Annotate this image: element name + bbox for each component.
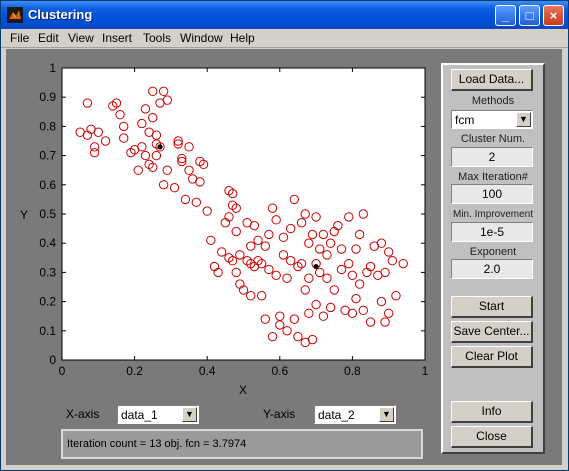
menu-edit[interactable]: Edit (38, 31, 59, 45)
y-tick-label: 0.9 (39, 90, 56, 104)
chevron-down-icon[interactable]: ▼ (516, 112, 531, 127)
start-button[interactable]: Start (451, 296, 533, 318)
chevron-down-icon[interactable]: ▼ (379, 407, 394, 422)
menu-view[interactable]: View (68, 31, 94, 45)
y-tick-label: 0.5 (39, 207, 56, 221)
x-axis-label: X (239, 383, 247, 397)
y-tick-label: 0.6 (39, 178, 56, 192)
menu-help[interactable]: Help (230, 31, 255, 45)
close-window-button[interactable]: × (543, 5, 564, 26)
title-bar[interactable]: Clustering _ □ × (1, 1, 568, 29)
window-title: Clustering (28, 7, 93, 22)
clear-plot-button[interactable]: Clear Plot (451, 346, 533, 368)
methods-select-value: fcm (455, 113, 475, 127)
y-tick-label: 1 (49, 61, 56, 75)
min-improvement-label: Min. Improvement (452, 209, 534, 220)
y-axis-select-label: Y-axis (263, 407, 296, 421)
info-button[interactable]: Info (451, 401, 533, 423)
min-improvement-field[interactable]: 1e-5 (451, 222, 533, 242)
y-tick-label: 0.7 (39, 149, 56, 163)
clustering-window: Clustering _ □ × File Edit View Insert T… (0, 0, 569, 471)
cluster-num-label: Cluster Num. (460, 133, 526, 145)
status-box: Iteration count = 13 obj. fcn = 3.7974 (61, 429, 423, 459)
y-axis-select[interactable]: data_2 ▼ (314, 405, 396, 424)
y-axis-select-value: data_2 (318, 408, 355, 422)
menu-insert[interactable]: Insert (102, 31, 132, 45)
max-iteration-label: Max Iteration# (458, 171, 528, 183)
x-tick-label: 0.2 (126, 364, 143, 378)
y-tick-label: 0.4 (39, 236, 56, 250)
control-panel: Load Data... Methods fcm ▼ Cluster Num. … (441, 63, 545, 454)
methods-select[interactable]: fcm ▼ (451, 110, 533, 129)
x-tick-label: 0.6 (271, 364, 288, 378)
chevron-down-icon[interactable]: ▼ (182, 407, 197, 422)
exponent-label: Exponent (469, 246, 517, 258)
y-tick-label: 0.2 (39, 295, 56, 309)
x-tick-label: 1 (422, 364, 429, 378)
save-center-button[interactable]: Save Center... (451, 321, 533, 343)
maximize-button[interactable]: □ (519, 5, 540, 26)
cluster-num-field[interactable]: 2 (451, 147, 533, 167)
menu-bar: File Edit View Insert Tools Window Help (1, 29, 568, 48)
load-data-button[interactable]: Load Data... (451, 69, 533, 91)
menu-tools[interactable]: Tools (143, 31, 171, 45)
y-tick-label: 0.3 (39, 265, 56, 279)
close-button[interactable]: Close (451, 426, 533, 448)
iteration-status: Iteration count = 13 obj. fcn = 3.7974 (67, 438, 247, 450)
menu-window[interactable]: Window (180, 31, 223, 45)
y-tick-label: 0.1 (39, 324, 56, 338)
x-axis-select[interactable]: data_1 ▼ (117, 405, 199, 424)
y-tick-label: 0.8 (39, 119, 56, 133)
exponent-field[interactable]: 2.0 (451, 259, 533, 279)
cluster-center-point (157, 144, 163, 150)
y-tick-label: 0 (49, 353, 56, 367)
minimize-button[interactable]: _ (495, 5, 516, 26)
menu-file[interactable]: File (10, 31, 29, 45)
x-tick-label: 0.4 (199, 364, 216, 378)
max-iteration-field[interactable]: 100 (451, 184, 533, 204)
x-tick-label: 0 (59, 364, 66, 378)
x-axis-select-value: data_1 (121, 408, 158, 422)
x-axis-select-label: X-axis (66, 407, 100, 421)
methods-label: Methods (471, 95, 515, 107)
matlab-icon (7, 7, 23, 23)
cluster-center-point (313, 263, 319, 270)
x-tick-label: 0.8 (344, 364, 361, 378)
y-axis-label: Y (20, 208, 28, 222)
